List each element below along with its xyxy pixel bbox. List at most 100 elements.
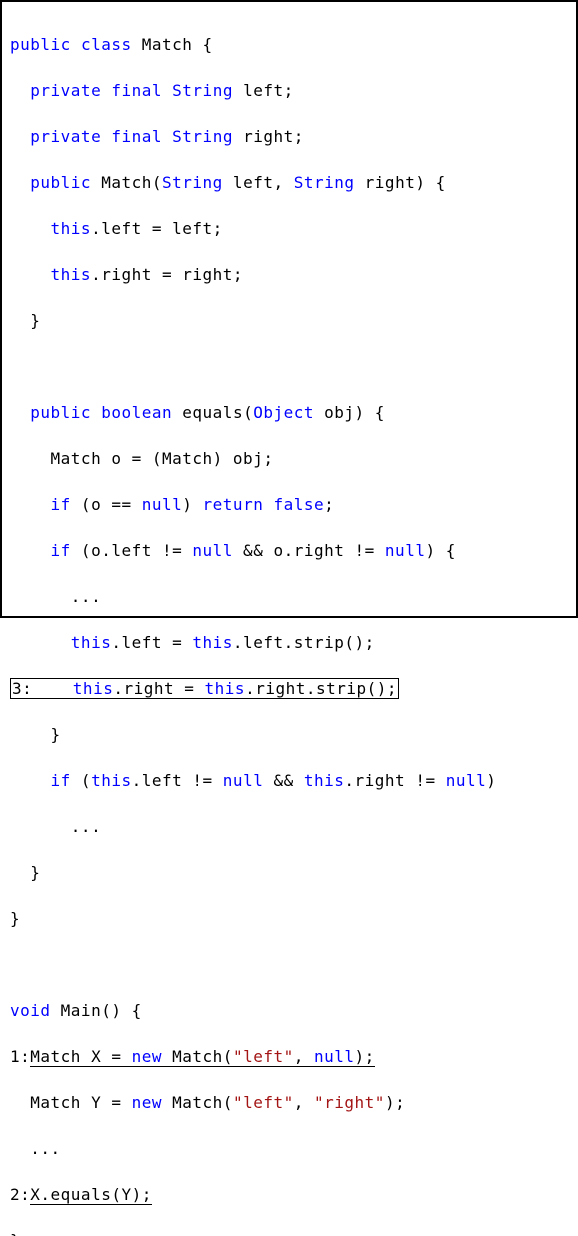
keyword-this: this (71, 633, 112, 652)
text: equals( (172, 403, 253, 422)
text: obj) { (314, 403, 385, 422)
code-line: if (o.left != null && o.right != null) { (10, 539, 566, 562)
highlighted-line-2: 2:X.equals(Y); (10, 1183, 566, 1206)
text: right) { (355, 173, 446, 192)
keyword-this: this (304, 771, 345, 790)
text: .left != (132, 771, 223, 790)
text: ); (355, 1047, 375, 1066)
line-number: 2: (10, 1185, 30, 1204)
text: Match o = (Match) obj; (10, 449, 273, 468)
code-line: } (10, 907, 566, 930)
keyword-new: new (132, 1047, 162, 1066)
type-string: String (294, 173, 355, 192)
keyword-void: void (10, 1001, 51, 1020)
text: .right = right; (91, 265, 243, 284)
code-line: public Match(String left, String right) … (10, 171, 566, 194)
text: Match Y = (10, 1093, 132, 1112)
keyword-boolean: boolean (101, 403, 172, 422)
text: && (263, 771, 304, 790)
string-literal: "left" (233, 1093, 294, 1112)
keyword-public: public (30, 173, 91, 192)
code-line: private final String right; (10, 125, 566, 148)
text: ) { (425, 541, 455, 560)
text: .left.strip(); (233, 633, 375, 652)
text: X.equals(Y); (30, 1185, 152, 1204)
keyword-null: null (314, 1047, 355, 1066)
keyword-null: null (223, 771, 264, 790)
keyword-this: this (51, 219, 92, 238)
code-line: } (10, 723, 566, 746)
text: } (10, 909, 20, 928)
keyword-public: public (10, 35, 71, 54)
code-line: ... (10, 585, 566, 608)
text: right; (233, 127, 304, 146)
highlighted-line-3: 3: this.right = this.right.strip(); (10, 677, 566, 700)
text: ; (324, 495, 334, 514)
text: Main() { (51, 1001, 142, 1020)
keyword-if: if (51, 771, 71, 790)
code-line: ... (10, 1137, 566, 1160)
code-line: public class Match { (10, 33, 566, 56)
blank-line (10, 355, 566, 378)
code-line: this.left = this.left.strip(); (10, 631, 566, 654)
code-line: Match Y = new Match("left", "right"); (10, 1091, 566, 1114)
type-object: Object (253, 403, 314, 422)
keyword-this: this (73, 679, 114, 698)
text: .right = (113, 679, 204, 698)
text: Match( (91, 173, 162, 192)
text: Match { (132, 35, 213, 54)
keyword-this: this (91, 771, 132, 790)
text: .left = left; (91, 219, 223, 238)
text: left, (223, 173, 294, 192)
text: && o.right != (233, 541, 385, 560)
text: .left = (111, 633, 192, 652)
underlined-statement: X.equals(Y); (30, 1185, 152, 1205)
blank-line (10, 953, 566, 976)
underlined-statement: Match X = new Match("left", null); (30, 1047, 375, 1067)
keyword-null: null (446, 771, 487, 790)
code-line: if (o == null) return false; (10, 493, 566, 516)
code-line: } (10, 1229, 566, 1236)
keyword-class: class (81, 35, 132, 54)
text: ) (182, 495, 202, 514)
text: } (10, 311, 40, 330)
text: ) (486, 771, 496, 790)
code-line: if (this.left != null && this.right != n… (10, 769, 566, 792)
keyword-return: return (203, 495, 264, 514)
keyword-null: null (192, 541, 233, 560)
text: Match( (162, 1047, 233, 1066)
code-line: this.right = right; (10, 263, 566, 286)
code-line: ... (10, 815, 566, 838)
keyword-final: final (111, 81, 162, 100)
keyword-private: private (30, 81, 101, 100)
line-number: 3: (12, 679, 32, 698)
text: ... (10, 587, 101, 606)
keyword-this: this (192, 633, 233, 652)
text: ... (10, 1139, 61, 1158)
keyword-public: public (30, 403, 91, 422)
text: .right.strip(); (245, 679, 397, 698)
text: (o.left != (71, 541, 193, 560)
text (263, 495, 273, 514)
type-string: String (162, 173, 223, 192)
type-string: String (172, 81, 233, 100)
keyword-if: if (51, 495, 71, 514)
text: } (10, 1231, 20, 1236)
string-literal: "right" (314, 1093, 385, 1112)
text: ... (10, 817, 101, 836)
text: (o == (71, 495, 142, 514)
text: left; (233, 81, 294, 100)
text: Match( (162, 1093, 233, 1112)
code-line: Match o = (Match) obj; (10, 447, 566, 470)
keyword-private: private (30, 127, 101, 146)
keyword-this: this (51, 265, 92, 284)
keyword-new: new (132, 1093, 162, 1112)
boxed-statement: 3: this.right = this.right.strip(); (10, 678, 399, 699)
highlighted-line-1: 1:Match X = new Match("left", null); (10, 1045, 566, 1068)
text: ); (385, 1093, 405, 1112)
code-line: void Main() { (10, 999, 566, 1022)
type-string: String (172, 127, 233, 146)
text: } (10, 863, 40, 882)
keyword-this: this (205, 679, 246, 698)
code-line: } (10, 861, 566, 884)
